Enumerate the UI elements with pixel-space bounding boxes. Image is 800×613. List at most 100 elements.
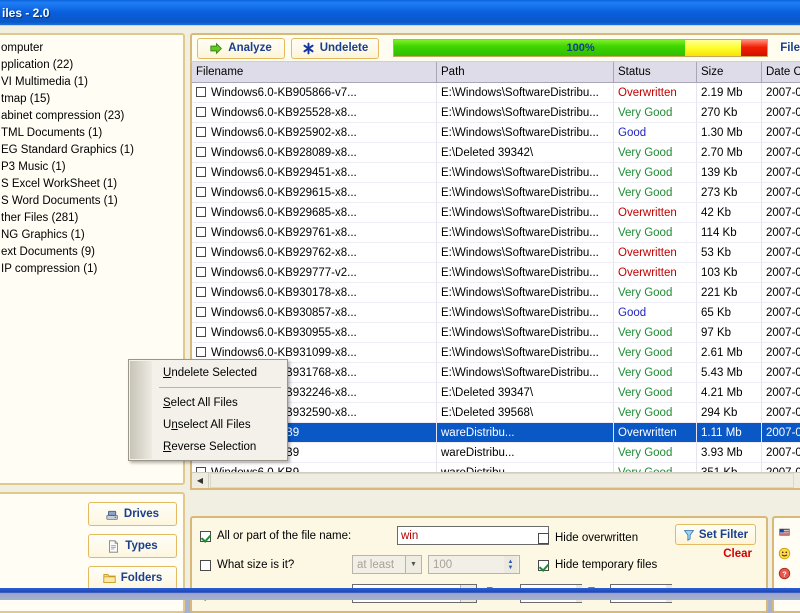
column-header[interactable]: Size <box>697 62 762 83</box>
undelete-button[interactable]: Undelete <box>291 38 379 59</box>
row-checkbox[interactable] <box>196 227 206 237</box>
cell-status-text: Very Good <box>618 347 672 359</box>
cell-date-created: 2007-06-12 13:51 <box>762 203 800 223</box>
hide-overwritten-label: Hide overwritten <box>555 532 638 544</box>
menu-item-reverse-selection[interactable]: Reverse Selection <box>129 436 287 458</box>
tree-item-label: VI Multimedia (1) <box>1 76 88 88</box>
horizontal-scrollbar[interactable]: ◀ <box>192 472 800 488</box>
table-row[interactable]: Windows6.0-KB929451-x8...E:\Windows\Soft… <box>192 163 800 183</box>
set-filter-button[interactable]: Set Filter <box>675 524 756 545</box>
filename-text: Windows6.0-KB930857-x8... <box>211 307 357 319</box>
cell-path-text: E:\Deleted 39568\ <box>441 407 533 419</box>
cell-size-text: 4.21 Mb <box>701 387 743 399</box>
filename-filter-input[interactable]: win <box>397 526 549 545</box>
row-checkbox[interactable] <box>196 247 206 257</box>
row-checkbox[interactable] <box>196 327 206 337</box>
table-row[interactable]: Windows6.0-KB929762-x8...E:\Windows\Soft… <box>192 243 800 263</box>
folders-button[interactable]: Folders <box>88 566 177 590</box>
row-checkbox[interactable] <box>196 307 206 317</box>
help-icon: ? <box>778 567 791 580</box>
tree-item[interactable]: S Word Documents (1) <box>0 193 183 210</box>
analyze-button[interactable]: Analyze <box>197 38 285 59</box>
column-header[interactable]: Filename <box>192 62 437 83</box>
tree-item[interactable]: tmap (15) <box>0 91 183 108</box>
scroll-left-arrow[interactable]: ◀ <box>192 473 209 488</box>
tree-item[interactable]: IP compression (1) <box>0 261 183 278</box>
row-checkbox[interactable] <box>196 107 206 117</box>
row-checkbox[interactable] <box>196 347 206 357</box>
cell-size: 1.11 Mb <box>697 423 762 443</box>
tree-item[interactable]: VI Multimedia (1) <box>0 74 183 91</box>
cell-path: E:\Windows\SoftwareDistribu... <box>437 243 614 263</box>
cell-path: E:\Windows\SoftwareDistribu... <box>437 303 614 323</box>
table-row[interactable]: Windows6.0-KB925902-x8...E:\Windows\Soft… <box>192 123 800 143</box>
tree-item[interactable]: abinet compression (23) <box>0 108 183 125</box>
size-amount-spinner[interactable]: 100 ▲▼ <box>428 555 520 574</box>
table-row[interactable]: Windows6.0-KB905866-v7...E:\Windows\Soft… <box>192 83 800 103</box>
cell-status: Good <box>614 123 697 143</box>
filename-text: Windows6.0-KB929451-x8... <box>211 167 357 179</box>
column-header[interactable]: Date Created <box>762 62 800 83</box>
table-row[interactable]: Windows6.0-KB925528-x8...E:\Windows\Soft… <box>192 103 800 123</box>
table-row[interactable]: Windows6.0-KB929777-v2...E:\Windows\Soft… <box>192 263 800 283</box>
menu-item-undelete-selected[interactable]: Undelete Selected <box>129 362 287 384</box>
row-checkbox[interactable] <box>196 187 206 197</box>
tips-link[interactable] <box>778 543 800 563</box>
cell-path: wareDistribu... <box>437 423 614 443</box>
tree-item[interactable]: ext Documents (9) <box>0 244 183 261</box>
tree-item[interactable]: NG Graphics (1) <box>0 227 183 244</box>
row-checkbox[interactable] <box>196 147 206 157</box>
clear-filter-link[interactable]: Clear <box>723 548 752 560</box>
menu-item-select-all-files[interactable]: Select All Files <box>129 392 287 414</box>
size-operator-select[interactable]: at least ▼ <box>352 555 422 574</box>
scrollbar-thumb[interactable] <box>210 473 794 488</box>
drives-button[interactable]: Drives <box>88 502 177 526</box>
cell-date-created: 2007-06-12 14:02 <box>762 83 800 103</box>
hide-temporary-files-checkbox[interactable] <box>538 560 549 571</box>
tree-item-label: P3 Music (1) <box>1 161 66 173</box>
row-checkbox[interactable] <box>196 127 206 137</box>
folders-button-label: Folders <box>121 572 163 584</box>
row-checkbox[interactable] <box>196 167 206 177</box>
row-checkbox[interactable] <box>196 287 206 297</box>
tree-item[interactable]: omputer <box>0 40 183 57</box>
cell-filename: Windows6.0-KB929761-x8... <box>192 223 437 243</box>
size-filter-checkbox[interactable] <box>200 560 211 571</box>
cell-path: E:\Windows\SoftwareDistribu... <box>437 323 614 343</box>
table-row[interactable]: Windows6.0-KB929761-x8...E:\Windows\Soft… <box>192 223 800 243</box>
filename-text: Windows6.0-KB929761-x8... <box>211 227 357 239</box>
cell-status: Very Good <box>614 283 697 303</box>
column-header[interactable]: Path <box>437 62 614 83</box>
tree-item[interactable]: TML Documents (1) <box>0 125 183 142</box>
tree-item[interactable]: P3 Music (1) <box>0 159 183 176</box>
filename-filter-checkbox[interactable] <box>200 531 211 542</box>
cell-path: E:\Windows\SoftwareDistribu... <box>437 363 614 383</box>
tree-item[interactable]: pplication (22) <box>0 57 183 74</box>
cell-path: E:\Deleted 39568\ <box>437 403 614 423</box>
types-button[interactable]: Types <box>88 534 177 558</box>
table-row[interactable]: Windows6.0-KB929615-x8...E:\Windows\Soft… <box>192 183 800 203</box>
row-checkbox[interactable] <box>196 87 206 97</box>
cell-date-created: 2007-06-12 13:46 <box>762 263 800 283</box>
tree-item[interactable]: ther Files (281) <box>0 210 183 227</box>
language-link[interactable] <box>778 523 800 543</box>
menu-item-unselect-all-files[interactable]: Unselect All Files <box>129 414 287 436</box>
table-row[interactable]: Windows6.0-KB928089-x8...E:\Deleted 3934… <box>192 143 800 163</box>
tree-item[interactable]: EG Standard Graphics (1) <box>0 142 183 159</box>
cell-status: Overwritten <box>614 203 697 223</box>
spinner-arrows-icon[interactable]: ▲▼ <box>504 556 517 573</box>
column-header[interactable]: Status <box>614 62 697 83</box>
context-menu[interactable]: Undelete Selected Select All Files Unsel… <box>128 359 288 461</box>
help-link[interactable]: ? <box>778 563 800 583</box>
tree-item[interactable]: S Excel WorkSheet (1) <box>0 176 183 193</box>
cell-status-text: Very Good <box>618 447 672 459</box>
cell-size-text: 65 Kb <box>701 307 731 319</box>
hide-overwritten-checkbox[interactable] <box>538 533 549 544</box>
cell-status: Very Good <box>614 343 697 363</box>
row-checkbox[interactable] <box>196 267 206 277</box>
table-row[interactable]: Windows6.0-KB930955-x8...E:\Windows\Soft… <box>192 323 800 343</box>
table-row[interactable]: Windows6.0-KB929685-x8...E:\Windows\Soft… <box>192 203 800 223</box>
table-row[interactable]: Windows6.0-KB930857-x8... E:\Windows\Soft… <box>192 303 800 323</box>
table-row[interactable]: Windows6.0-KB930178-x8...E:\Windows\Soft… <box>192 283 800 303</box>
row-checkbox[interactable] <box>196 207 206 217</box>
